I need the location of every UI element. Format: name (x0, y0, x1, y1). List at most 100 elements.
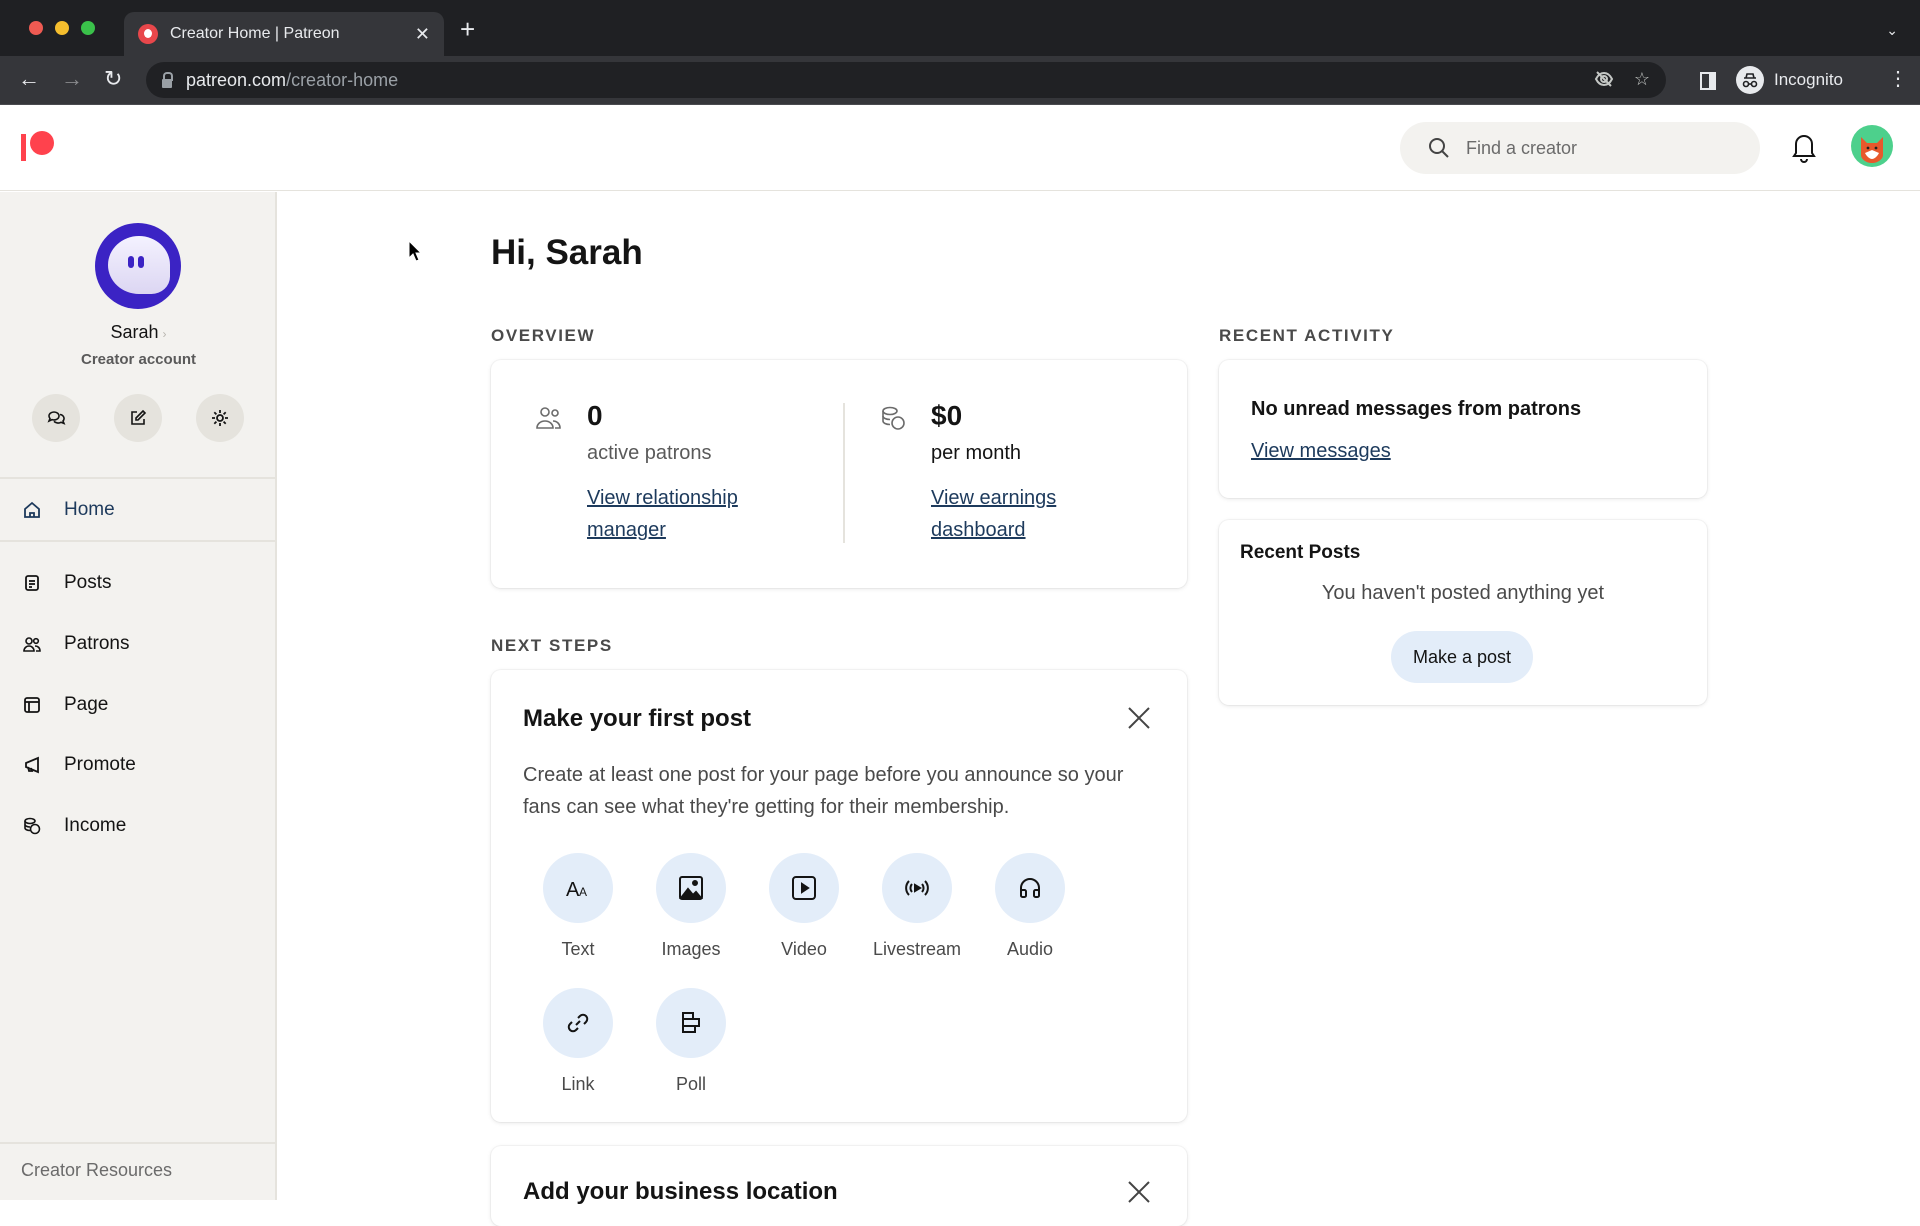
first-post-description: Create at least one post for your page b… (523, 764, 1124, 818)
make-a-post-button[interactable]: Make a post (1391, 631, 1533, 683)
reload-button[interactable]: ↻ (104, 66, 122, 92)
patron-count: 0 (587, 400, 603, 431)
back-button[interactable]: ← (18, 66, 40, 92)
earnings-amount: $0 (931, 400, 963, 431)
overview-heading: OVERVIEW (491, 326, 596, 345)
patreon-favicon-icon (138, 24, 158, 44)
incognito-icon (1736, 66, 1764, 94)
post-type-audio[interactable]: Audio (980, 853, 1080, 960)
window-minimize-button[interactable] (55, 21, 69, 35)
site-header (0, 105, 1920, 191)
bookmark-star-icon[interactable]: ☆ (1634, 69, 1650, 90)
post-type-livestream[interactable]: Livestream (867, 853, 967, 960)
svg-text:A: A (566, 879, 580, 901)
svg-text:A: A (579, 885, 587, 899)
post-type-label: Images (661, 939, 721, 959)
account-type: Creator account (80, 351, 197, 368)
post-type-video[interactable]: Video (754, 853, 854, 960)
window-maximize-button[interactable] (81, 21, 95, 35)
profile-button[interactable]: Incognito (1736, 62, 1900, 98)
recent-posts-title: Recent Posts (1240, 542, 1361, 563)
browser-menu-icon[interactable]: ⋮ (1888, 66, 1908, 92)
next-steps-heading: NEXT STEPS (491, 636, 613, 655)
page-title: Hi, Sarah (491, 233, 643, 272)
lock-icon (162, 71, 173, 88)
sidebar-divider (0, 477, 275, 479)
megaphone-icon (25, 756, 39, 774)
sidebar-item-page[interactable]: Page (0, 680, 275, 730)
notifications-bell-icon[interactable] (1790, 131, 1818, 163)
link-icon (567, 1013, 589, 1033)
image-icon (678, 876, 704, 900)
tab-title: Creator Home | Patreon (170, 25, 340, 42)
view-relationship-manager-link[interactable]: View relationship manager (587, 482, 807, 546)
sidebar-item-home[interactable]: Home (0, 485, 275, 535)
search-bar[interactable] (1400, 122, 1760, 174)
creator-resources-link[interactable]: Creator Resources (21, 1160, 172, 1181)
post-type-poll[interactable]: Poll (641, 988, 741, 1095)
recent-activity-heading: RECENT ACTIVITY (1219, 326, 1395, 345)
sidebar-item-promote[interactable]: Promote (0, 740, 275, 790)
sidebar-item-label: Promote (64, 754, 136, 775)
sidebar-item-label: Home (64, 499, 115, 520)
post-type-label: Audio (1006, 939, 1054, 959)
document-icon (25, 575, 39, 591)
forward-button[interactable]: → (61, 66, 83, 92)
creator-name: Sarah (110, 322, 159, 342)
coins-icon (882, 406, 905, 430)
recent-posts-empty-state: You haven't posted anything yet (1321, 582, 1605, 604)
sidebar-item-patrons[interactable]: Patrons (0, 619, 275, 669)
text-icon: AA (566, 879, 587, 901)
tab-close-icon[interactable]: ✕ (415, 24, 430, 45)
side-panel-icon[interactable] (1700, 72, 1716, 90)
eye-off-icon[interactable] (1594, 69, 1614, 94)
url-host: patreon.com (186, 69, 287, 90)
business-location-card: Add your business location (491, 1146, 1187, 1226)
messages-card: No unread messages from patrons View mes… (1219, 360, 1707, 498)
close-icon[interactable] (1127, 1180, 1151, 1204)
profile-label: Incognito (1774, 70, 1843, 89)
layout-icon (24, 697, 40, 713)
post-type-link[interactable]: Link (528, 988, 628, 1095)
post-type-images[interactable]: Images (641, 853, 741, 960)
post-type-label: Poll (675, 1074, 706, 1094)
messages-status: No unread messages from patrons (1251, 398, 1582, 420)
overview-divider (843, 403, 845, 543)
settings-button[interactable] (196, 394, 244, 442)
view-earnings-dashboard-link[interactable]: View earnings dashboard (931, 482, 1151, 546)
coins-icon (24, 817, 41, 835)
address-bar[interactable]: patreon.com/creator-home ☆ (146, 62, 1666, 98)
people-icon (536, 407, 561, 429)
creator-avatar[interactable] (95, 223, 181, 309)
patron-count-label: active patrons (587, 442, 712, 464)
sidebar-item-income[interactable]: Income (0, 801, 275, 851)
window-close-button[interactable] (29, 21, 43, 35)
sidebar-item-label: Income (64, 815, 127, 836)
recent-posts-card: Recent Posts You haven't posted anything… (1219, 520, 1707, 705)
chat-bubbles-icon (47, 411, 66, 425)
post-type-label: Text (561, 939, 595, 959)
first-post-title: Make your first post (523, 705, 752, 732)
gear-icon (212, 410, 228, 426)
search-input[interactable] (1466, 137, 1726, 159)
new-tab-button[interactable]: + (460, 16, 475, 42)
create-post-button[interactable] (114, 394, 162, 442)
sidebar-item-label: Page (64, 694, 109, 715)
chevron-right-icon: › (162, 327, 167, 341)
post-type-label: Video (781, 939, 827, 959)
messages-button[interactable] (32, 394, 80, 442)
user-avatar[interactable] (1851, 125, 1893, 167)
tab-search-chevron-icon[interactable]: ⌄ (1886, 22, 1898, 39)
patreon-logo[interactable] (21, 131, 55, 161)
close-icon[interactable] (1127, 706, 1151, 730)
view-messages-link[interactable]: View messages (1251, 440, 1391, 463)
post-type-label: Link (561, 1074, 595, 1094)
sidebar-divider (0, 1142, 275, 1144)
home-icon (24, 501, 40, 518)
post-type-text[interactable]: AA Text (528, 853, 628, 960)
url-path: /creator-home (286, 69, 399, 90)
sidebar-item-posts[interactable]: Posts (0, 558, 275, 608)
browser-tab[interactable]: Creator Home | Patreon ✕ (124, 12, 444, 56)
sidebar-item-label: Patrons (64, 633, 130, 654)
creator-name-link[interactable]: Sarah › (0, 322, 277, 343)
